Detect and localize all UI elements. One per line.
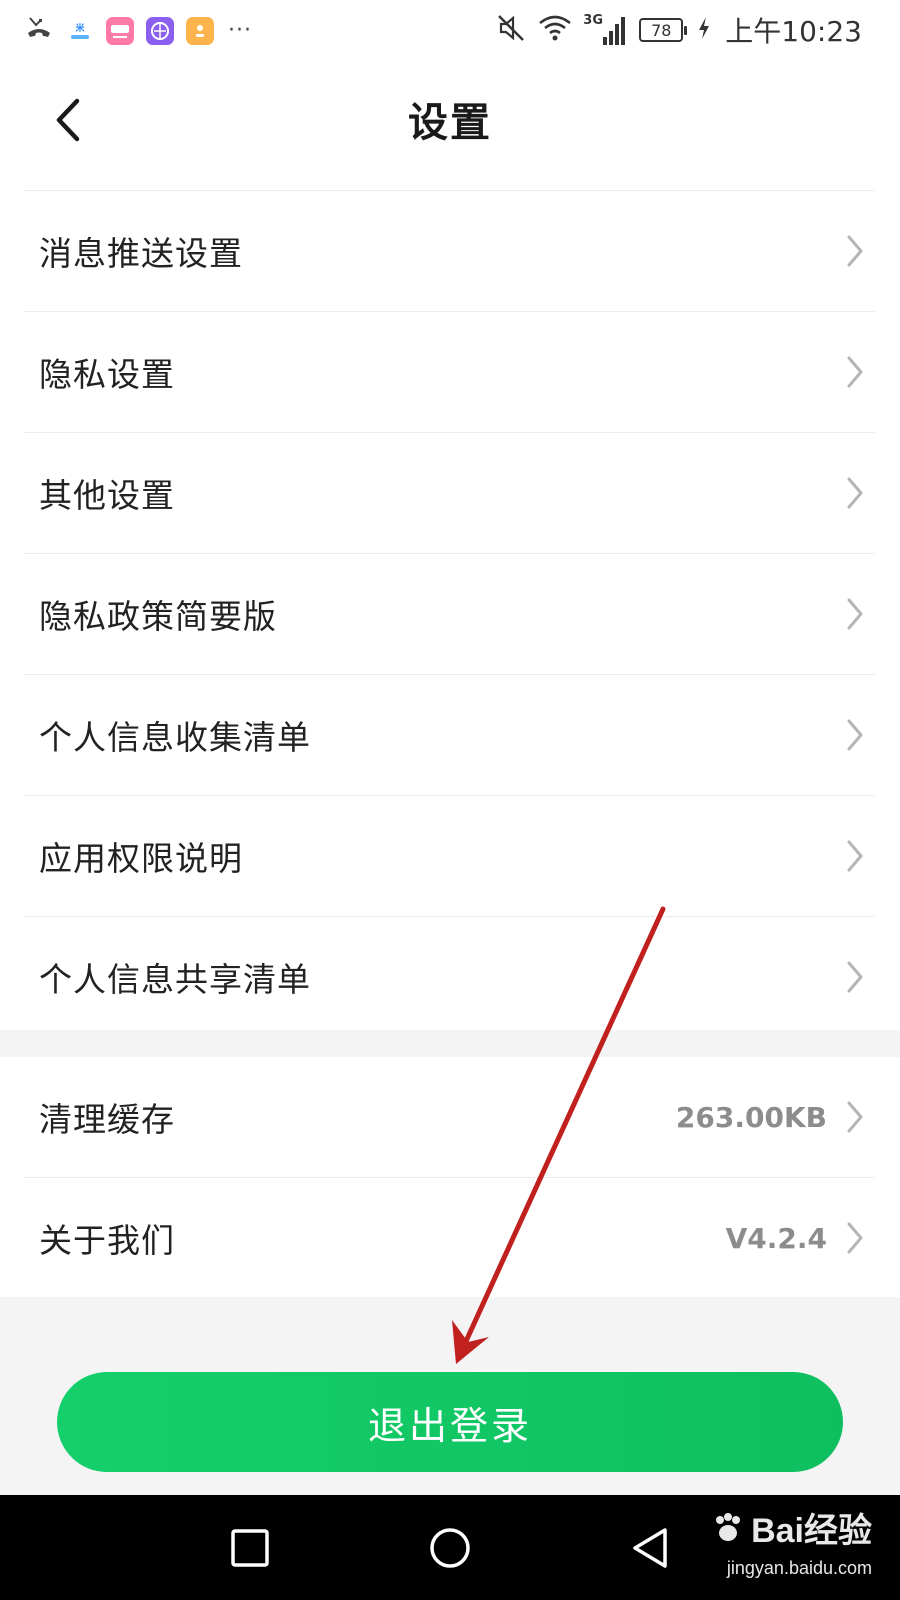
notification-icons: 米 ···	[24, 14, 252, 48]
chevron-right-icon	[843, 838, 867, 874]
wallet-app-icon	[186, 17, 214, 45]
settings-item-privacy-policy-summary[interactable]: 隐私政策简要版	[25, 553, 875, 674]
chevron-right-icon	[843, 233, 867, 269]
settings-item-label: 隐私设置	[39, 355, 175, 394]
cache-size-value: 263.00KB	[675, 1100, 827, 1134]
system-nav-bar: Bai经验 jingyan.baidu.com	[0, 1495, 900, 1600]
settings-list: 消息推送设置 隐私设置 其他设置 隐私政策简要版 个人信息收集清单 应用权限说明	[0, 190, 900, 1037]
paw-icon	[711, 1511, 745, 1551]
mijia-app-icon: 米	[66, 17, 94, 45]
watermark-logo-text: Bai经验	[751, 1512, 872, 1550]
page-header: 设置	[0, 62, 900, 192]
settings-item-personal-info-sharing[interactable]: 个人信息共享清单	[25, 916, 875, 1037]
missed-call-icon	[24, 14, 54, 48]
settings-item-label: 其他设置	[39, 476, 175, 515]
battery-level: 78	[651, 20, 672, 40]
wifi-icon	[537, 12, 573, 48]
other-settings-list: 清理缓存 263.00KB 关于我们 V4.2.4	[0, 1057, 900, 1298]
nav-back-button[interactable]	[625, 1523, 675, 1573]
settings-item-clear-cache[interactable]: 清理缓存 263.00KB	[25, 1057, 875, 1177]
settings-item-label: 清理缓存	[39, 1100, 175, 1139]
svg-text:米: 米	[74, 22, 85, 34]
mute-icon	[495, 12, 527, 48]
chevron-right-icon	[843, 1099, 867, 1135]
charging-icon	[697, 16, 711, 44]
chevron-right-icon	[843, 354, 867, 390]
page-title: 设置	[408, 100, 492, 146]
chevron-right-icon	[843, 1220, 867, 1256]
more-notifications-indicator: ···	[228, 18, 252, 43]
square-icon	[231, 1529, 269, 1567]
section-divider	[0, 1030, 900, 1057]
settings-item-app-permissions[interactable]: 应用权限说明	[25, 795, 875, 916]
status-time: 上午10:23	[725, 15, 862, 48]
watermark-logo: Bai经验	[711, 1511, 872, 1551]
settings-item-label: 消息推送设置	[39, 234, 243, 273]
system-status: 3G 78 上午10:23	[495, 10, 862, 50]
recent-apps-button[interactable]	[225, 1523, 275, 1573]
chevron-right-icon	[843, 959, 867, 995]
baidu-jingyan-watermark: Bai经验 jingyan.baidu.com	[711, 1511, 872, 1577]
home-button[interactable]	[425, 1523, 475, 1573]
battery-indicator: 78	[639, 18, 688, 42]
settings-item-label: 应用权限说明	[39, 839, 243, 878]
settings-item-other[interactable]: 其他设置	[25, 432, 875, 553]
bottom-action-area: 退出登录	[0, 1297, 900, 1495]
signal-icon: 3G	[583, 13, 629, 47]
triangle-back-icon	[633, 1528, 667, 1568]
watermark-site: jingyan.baidu.com	[726, 1558, 872, 1578]
settings-item-personal-info-collection[interactable]: 个人信息收集清单	[25, 674, 875, 795]
chevron-right-icon	[843, 475, 867, 511]
logout-button[interactable]: 退出登录	[57, 1372, 843, 1472]
settings-item-label: 个人信息收集清单	[39, 718, 311, 757]
settings-item-push-notifications[interactable]: 消息推送设置	[25, 190, 875, 311]
chevron-right-icon	[843, 596, 867, 632]
browser-app-icon	[146, 17, 174, 45]
meituan-app-icon	[106, 17, 134, 45]
status-bar: 米 ··· 3G 78 上午10:23	[0, 0, 900, 62]
settings-item-label: 个人信息共享清单	[39, 960, 311, 999]
chevron-right-icon	[843, 717, 867, 753]
circle-icon	[430, 1528, 470, 1568]
app-version-value: V4.2.4	[725, 1221, 827, 1255]
settings-item-label: 关于我们	[39, 1221, 175, 1260]
settings-item-label: 隐私政策简要版	[39, 597, 277, 636]
settings-item-about-us[interactable]: 关于我们 V4.2.4	[25, 1177, 875, 1298]
settings-item-privacy[interactable]: 隐私设置	[25, 311, 875, 432]
